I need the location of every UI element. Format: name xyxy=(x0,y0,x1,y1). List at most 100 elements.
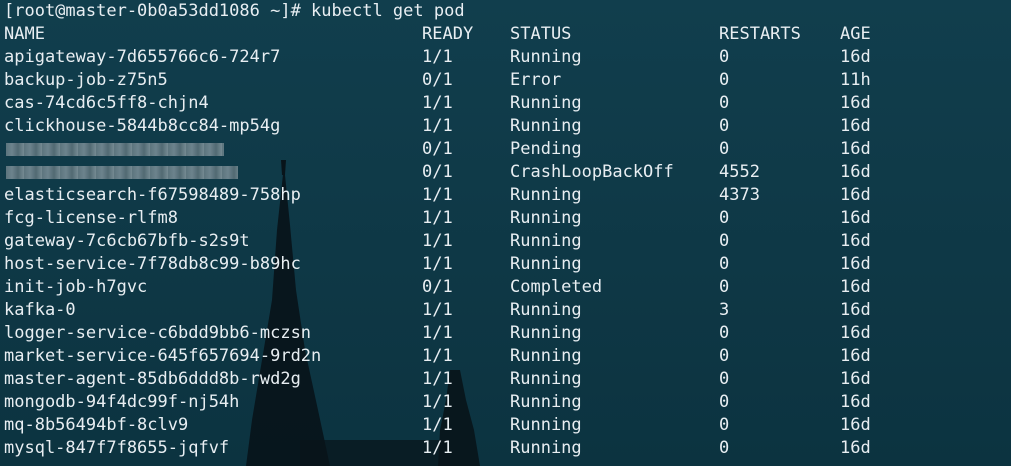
pod-status: Running xyxy=(510,47,582,67)
pod-restarts: 0 xyxy=(719,231,730,251)
terminal-window[interactable]: [root@master-0b0a53dd1086 ~]# kubectl ge… xyxy=(4,0,1004,460)
pod-age: 16d xyxy=(840,438,871,458)
pod-name: init-job-h7gvc xyxy=(4,277,148,297)
command-prompt: [root@master-0b0a53dd1086 ~]# kubectl ge… xyxy=(4,1,465,21)
pod-age: 16d xyxy=(840,116,871,136)
table-row: master-agent-85db6ddd8b-rwd2g 1/1 Running 0… xyxy=(4,368,1004,391)
pod-ready: 0/1 xyxy=(422,162,453,182)
pod-list: apigateway-7d655766c6-724r7 1/1 Running 0 16… xyxy=(4,46,1004,460)
pod-name: mongodb-94f4dc99f-nj54h xyxy=(4,392,240,412)
pod-status: Running xyxy=(510,116,582,136)
table-row: 0/1 Pending 0 16d xyxy=(4,138,1004,161)
pod-age: 16d xyxy=(840,415,871,435)
pod-status: Error xyxy=(510,70,562,90)
table-row: fcg-license-rlfm8 1/1 Running 0 16d xyxy=(4,207,1004,230)
pod-restarts: 0 xyxy=(719,415,730,435)
table-row: apigateway-7d655766c6-724r7 1/1 Running 0 16… xyxy=(4,46,1004,69)
pod-age: 16d xyxy=(840,231,871,251)
pod-status: Running xyxy=(510,346,582,366)
pod-status: Running xyxy=(510,208,582,228)
table-row: market-service-645f657694-9rd2n 1/1 Runnin… xyxy=(4,345,1004,368)
table-row: init-job-h7gvc 0/1 Completed 0 16d xyxy=(4,276,1004,299)
pod-name: host-service-7f78db8c99-b89hc xyxy=(4,254,301,274)
pod-restarts: 0 xyxy=(719,323,730,343)
header-age: AGE xyxy=(840,24,871,44)
pod-restarts: 0 xyxy=(719,93,730,113)
pod-name: fcg-license-rlfm8 xyxy=(4,208,178,228)
pod-restarts: 0 xyxy=(719,438,730,458)
pod-name: mq-8b56494bf-8clv9 xyxy=(4,415,189,435)
pod-status: Running xyxy=(510,185,582,205)
header-name: NAME xyxy=(4,24,45,44)
pod-name: backup-job-z75n5 xyxy=(4,70,168,90)
table-row: gateway-7c6cb67bfb-s2s9t 1/1 Running 0 16d xyxy=(4,230,1004,253)
pod-ready: 1/1 xyxy=(422,438,453,458)
pod-status: Running xyxy=(510,300,582,320)
pod-name: market-service-645f657694-9rd2n xyxy=(4,346,322,366)
pod-age: 16d xyxy=(840,47,871,67)
pod-status: Running xyxy=(510,392,582,412)
pod-ready: 1/1 xyxy=(422,208,453,228)
pod-ready: 1/1 xyxy=(422,323,453,343)
pod-restarts: 0 xyxy=(719,116,730,136)
table-row: logger-service-c6bdd9bb6-mczsn 1/1 Running… xyxy=(4,322,1004,345)
pod-age: 16d xyxy=(840,162,871,182)
pod-name: mysql-847f7f8655-jqfvf xyxy=(4,438,230,458)
pod-status: Running xyxy=(510,323,582,343)
pod-ready: 1/1 xyxy=(422,116,453,136)
pod-status: Running xyxy=(510,254,582,274)
pod-restarts: 4552 xyxy=(719,162,760,182)
pod-age: 16d xyxy=(840,346,871,366)
pod-name: kafka-0 xyxy=(4,300,76,320)
header-restarts: RESTARTS xyxy=(719,24,801,44)
table-row: cas-74cd6c5ff8-chjn4 1/1 Running 0 16d xyxy=(4,92,1004,115)
pod-name: master-agent-85db6ddd8b-rwd2g xyxy=(4,369,301,389)
pod-status: Completed xyxy=(510,277,603,297)
redacted-pod-name xyxy=(6,166,238,179)
pod-age: 16d xyxy=(840,323,871,343)
pod-ready: 1/1 xyxy=(422,185,453,205)
pod-ready: 1/1 xyxy=(422,346,453,366)
pod-ready: 1/1 xyxy=(422,415,453,435)
header-ready: READY xyxy=(422,24,474,44)
pod-status: CrashLoopBackOff xyxy=(510,162,674,182)
redacted-pod-name xyxy=(6,143,224,156)
pod-status: Running xyxy=(510,231,582,251)
pod-ready: 1/1 xyxy=(422,254,453,274)
pod-name: elasticsearch-f67598489-758hp xyxy=(4,185,301,205)
pod-name: gateway-7c6cb67bfb-s2s9t xyxy=(4,231,250,251)
pod-status: Running xyxy=(510,415,582,435)
pod-age: 16d xyxy=(840,392,871,412)
pod-name: logger-service-c6bdd9bb6-mczsn xyxy=(4,323,312,343)
pod-restarts: 0 xyxy=(719,346,730,366)
pod-restarts: 0 xyxy=(719,139,730,159)
pod-restarts: 4373 xyxy=(719,185,760,205)
pod-ready: 1/1 xyxy=(422,231,453,251)
pod-age: 16d xyxy=(840,277,871,297)
pod-ready: 0/1 xyxy=(422,139,453,159)
pod-name: apigateway-7d655766c6-724r7 xyxy=(4,47,281,67)
table-row: mongodb-94f4dc99f-nj54h 1/1 Running 0 16d xyxy=(4,391,1004,414)
command-prompt-line: [root@master-0b0a53dd1086 ~]# kubectl ge… xyxy=(4,0,1004,23)
pod-ready: 1/1 xyxy=(422,369,453,389)
pod-age: 16d xyxy=(840,254,871,274)
table-row: clickhouse-5844b8cc84-mp54g 1/1 Running 0 16… xyxy=(4,115,1004,138)
pod-restarts: 0 xyxy=(719,392,730,412)
table-row: 0/1 CrashLoopBackOff 4552 16d xyxy=(4,161,1004,184)
pod-ready: 1/1 xyxy=(422,47,453,67)
table-row: backup-job-z75n5 0/1 Error 0 11h xyxy=(4,69,1004,92)
pod-restarts: 0 xyxy=(719,369,730,389)
pod-age: 11h xyxy=(840,70,871,90)
table-row: mysql-847f7f8655-jqfvf 1/1 Running 0 16d xyxy=(4,437,1004,460)
pod-name: cas-74cd6c5ff8-chjn4 xyxy=(4,93,209,113)
pod-ready: 1/1 xyxy=(422,392,453,412)
pod-ready: 0/1 xyxy=(422,70,453,90)
pod-status: Running xyxy=(510,369,582,389)
pod-status: Running xyxy=(510,438,582,458)
pod-restarts: 0 xyxy=(719,208,730,228)
pod-age: 16d xyxy=(840,139,871,159)
pod-restarts: 0 xyxy=(719,47,730,67)
pod-age: 16d xyxy=(840,208,871,228)
pod-restarts: 3 xyxy=(719,300,730,320)
table-row: mq-8b56494bf-8clv9 1/1 Running 0 16d xyxy=(4,414,1004,437)
